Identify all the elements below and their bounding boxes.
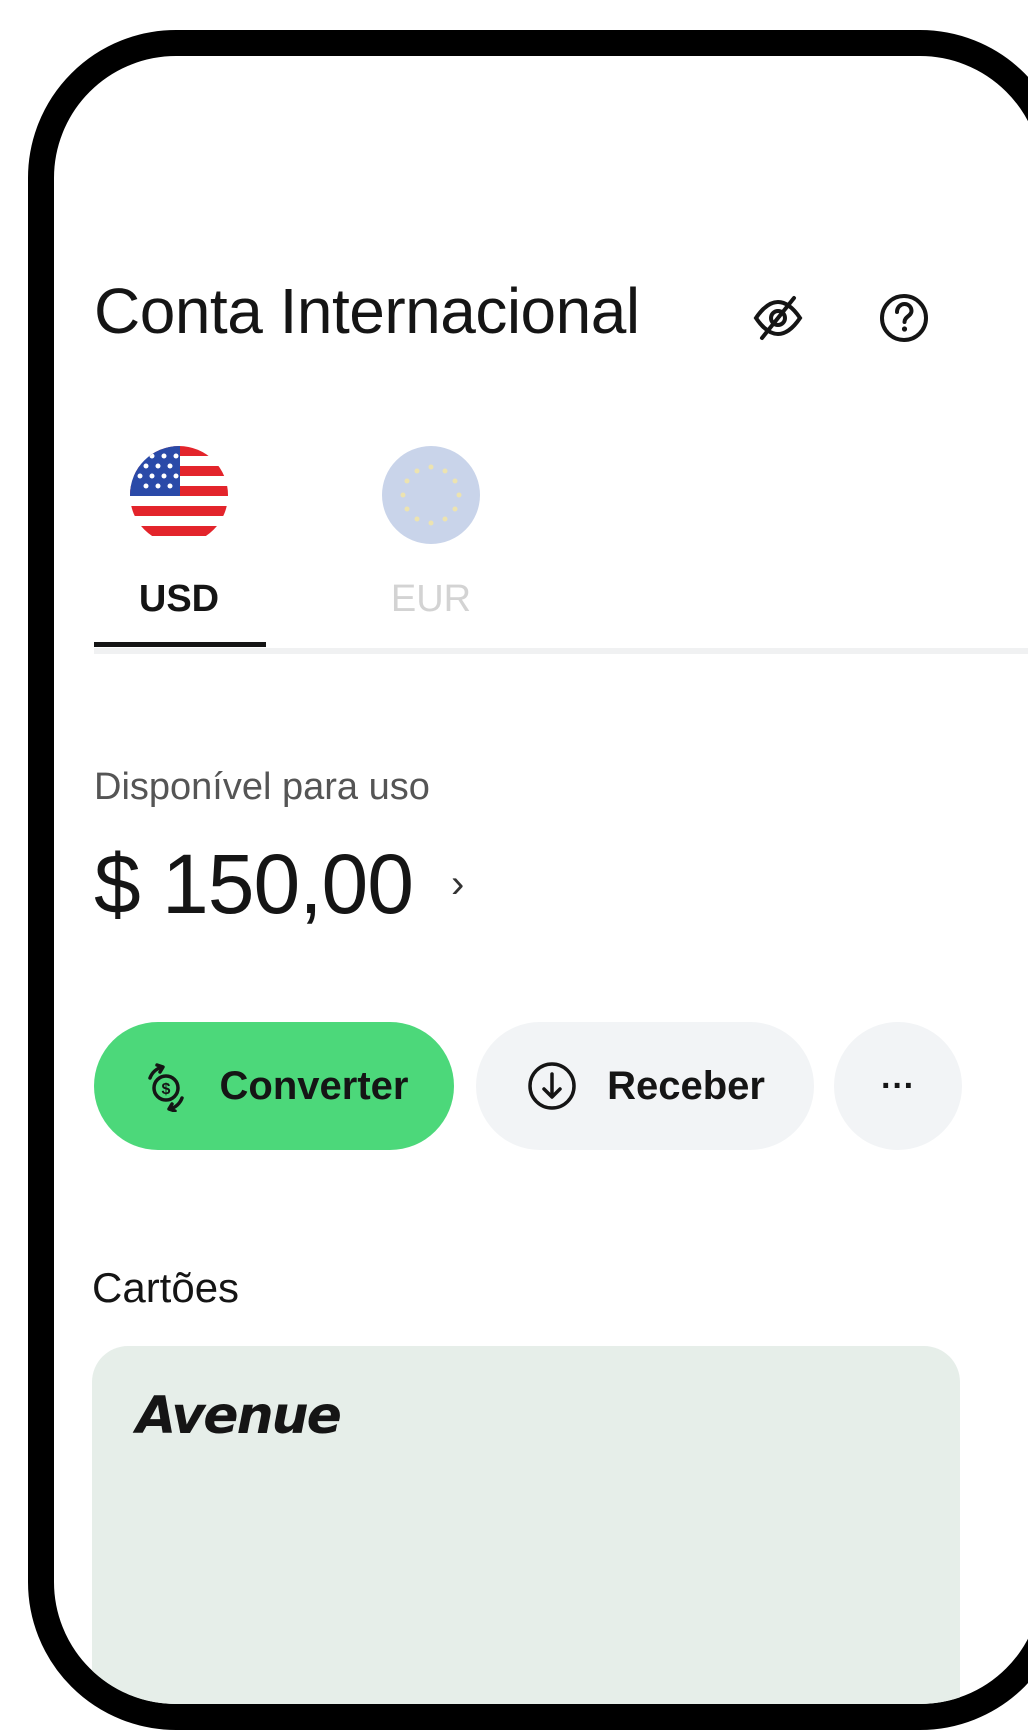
tab-eur-label: EUR bbox=[390, 578, 472, 620]
more-horizontal-icon: ··· bbox=[881, 1066, 915, 1105]
currency-exchange-icon: $ bbox=[140, 1060, 192, 1112]
active-tab-indicator bbox=[94, 642, 266, 647]
help-circle-icon bbox=[880, 294, 928, 342]
hide-balance-button[interactable] bbox=[746, 286, 810, 350]
tab-usd[interactable]: USD bbox=[94, 446, 264, 621]
cards-section-title: Cartões bbox=[92, 1264, 240, 1311]
page-title: Conta Internacional bbox=[94, 275, 640, 347]
balance-amount: $ 150,00 bbox=[94, 837, 414, 931]
chevron-right-icon: › bbox=[450, 862, 464, 906]
eu-flag-icon bbox=[382, 446, 480, 544]
svg-text:$: $ bbox=[161, 1081, 170, 1098]
available-label: Disponível para uso bbox=[94, 766, 430, 808]
avenue-card[interactable]: Avenue bbox=[92, 1346, 960, 1704]
screen: Conta Internacional USD EUR Disponível p… bbox=[54, 56, 1028, 1704]
receive-label: Receber bbox=[607, 1063, 765, 1108]
card-brand-logo: Avenue bbox=[136, 1386, 342, 1446]
balance-row[interactable]: $ 150,00 › bbox=[94, 836, 464, 933]
us-flag-icon bbox=[130, 446, 228, 544]
tab-eur[interactable]: EUR bbox=[346, 446, 516, 621]
convert-button[interactable]: $ Converter bbox=[94, 1022, 454, 1150]
tab-divider bbox=[94, 648, 1028, 654]
phone-frame: Conta Internacional USD EUR Disponível p… bbox=[28, 30, 1028, 1730]
tab-usd-label: USD bbox=[138, 578, 220, 620]
help-button[interactable] bbox=[872, 286, 936, 350]
receive-button[interactable]: Receber bbox=[476, 1022, 814, 1150]
download-circle-icon bbox=[525, 1059, 579, 1113]
more-options-button[interactable]: ··· bbox=[834, 1022, 962, 1150]
convert-label: Converter bbox=[219, 1063, 409, 1108]
eye-off-icon bbox=[753, 296, 803, 340]
